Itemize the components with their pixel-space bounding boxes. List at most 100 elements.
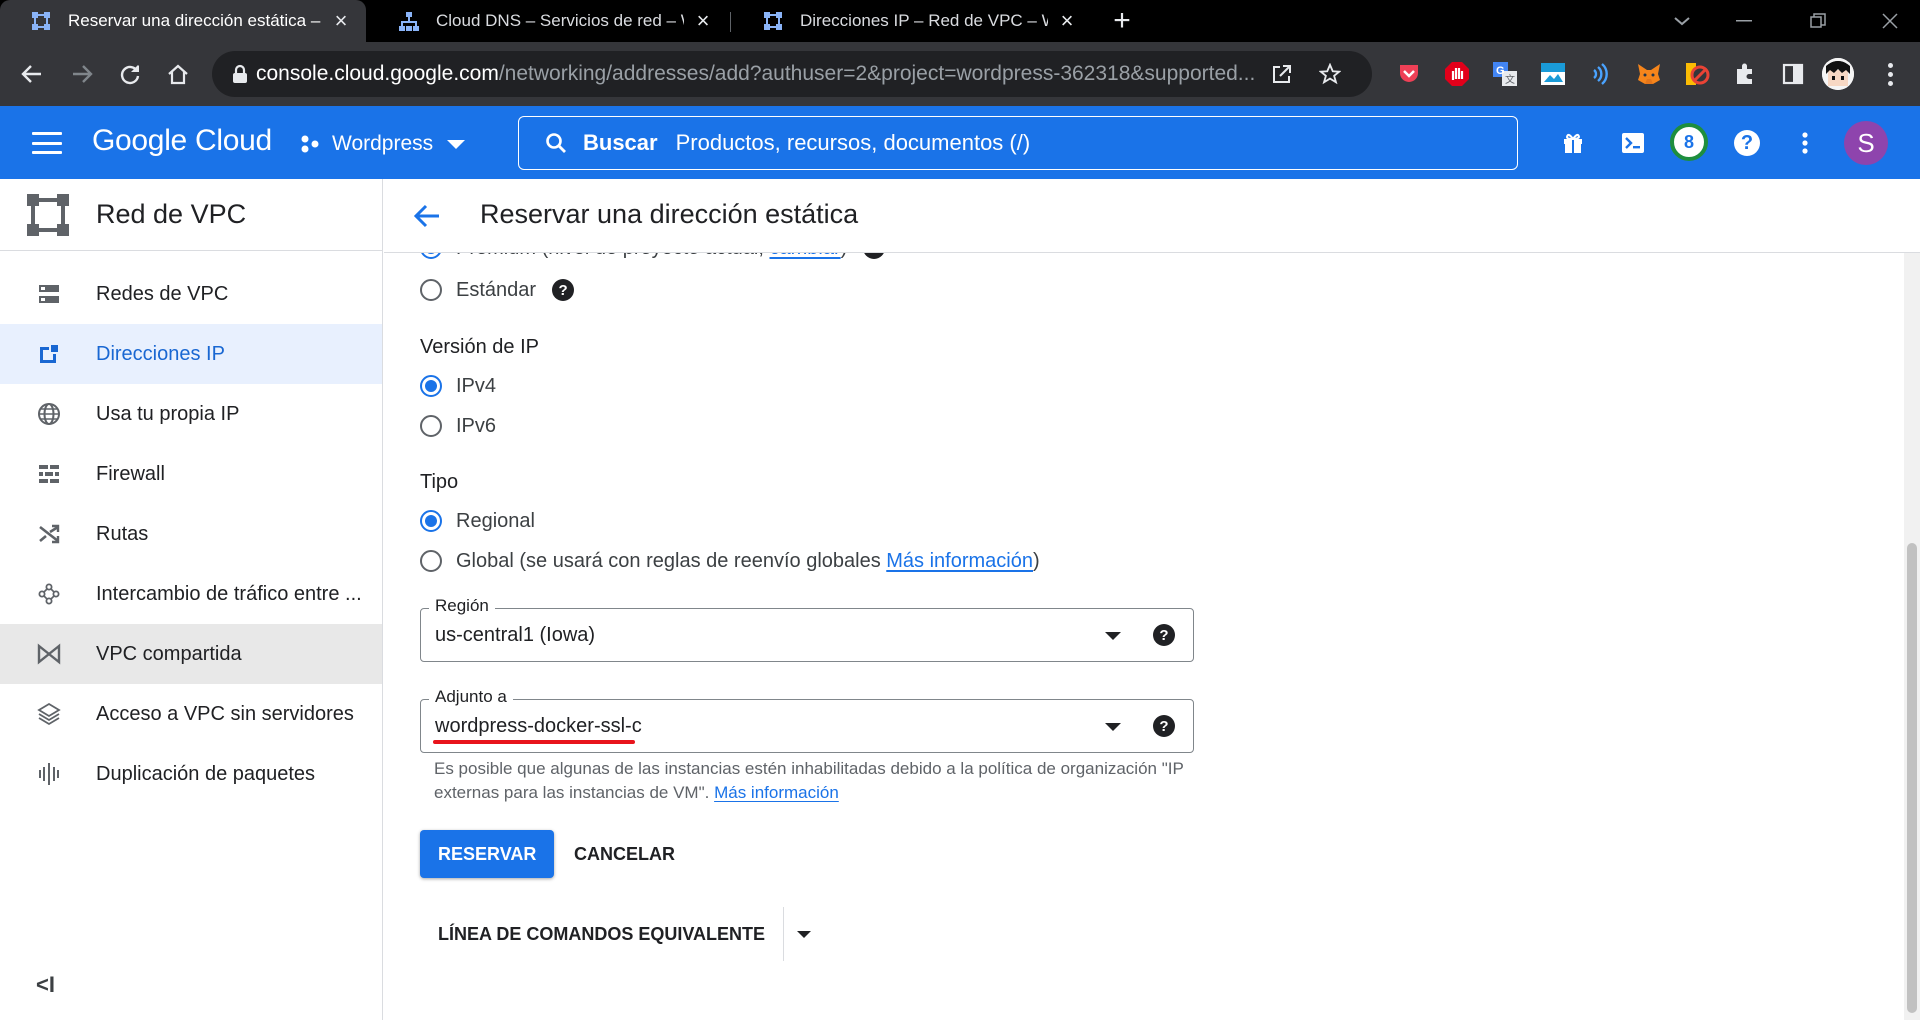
more-info-link[interactable]: Más información bbox=[714, 783, 839, 802]
notifications-badge[interactable]: 8 bbox=[1670, 123, 1708, 161]
ipv6-option[interactable]: IPv6 bbox=[420, 410, 496, 442]
cancel-button[interactable]: CANCELAR bbox=[556, 830, 693, 878]
sidebar: Red de VPC Redes de VPC Direcciones IP U… bbox=[0, 179, 383, 1020]
radio-ipv4[interactable] bbox=[420, 375, 442, 397]
more-options-icon[interactable] bbox=[1788, 126, 1822, 160]
pocket-icon[interactable] bbox=[1394, 59, 1424, 89]
scrollbar-thumb[interactable] bbox=[1907, 543, 1917, 1013]
main-content: Reservar una dirección estática Premium … bbox=[384, 179, 1920, 1020]
sidebar-item-packet-mirroring[interactable]: Duplicación de paquetes bbox=[0, 744, 382, 804]
block-site-icon[interactable] bbox=[1682, 59, 1712, 89]
sidebar-item-ip-addresses[interactable]: Direcciones IP bbox=[0, 324, 382, 384]
sidebar-item-label: Rutas bbox=[96, 522, 149, 545]
chrome-menu-icon[interactable] bbox=[1876, 60, 1904, 88]
collapse-sidebar-icon[interactable]: <I bbox=[36, 972, 55, 998]
restore-icon[interactable] bbox=[1788, 0, 1848, 42]
sidebar-item-vpc-networks[interactable]: Redes de VPC bbox=[0, 264, 382, 324]
browser-tab-cloud-dns[interactable]: Cloud DNS – Servicios de red – W × bbox=[368, 0, 728, 42]
vpc-favicon-icon bbox=[32, 12, 50, 30]
ipv6-label: IPv6 bbox=[456, 414, 497, 437]
help-icon[interactable]: ? bbox=[1153, 715, 1175, 737]
tab-search-icon[interactable] bbox=[1652, 0, 1712, 42]
type-regional-option[interactable]: Regional bbox=[420, 505, 535, 537]
command-line-label[interactable]: LÍNEA DE COMANDOS EQUIVALENTE bbox=[420, 907, 785, 961]
radio-regional[interactable] bbox=[420, 510, 442, 532]
hamburger-menu-icon[interactable] bbox=[32, 132, 62, 154]
home-icon[interactable] bbox=[162, 58, 194, 90]
gift-icon[interactable] bbox=[1556, 126, 1590, 160]
bookmark-star-icon[interactable] bbox=[1314, 58, 1346, 90]
cloud-header: Google Cloud Wordpress Buscar 8 ? S bbox=[0, 106, 1920, 179]
sidebar-item-shared-vpc[interactable]: VPC compartida bbox=[0, 624, 382, 684]
read-aloud-icon[interactable] bbox=[1586, 59, 1616, 89]
help-icon[interactable]: ? bbox=[1153, 624, 1175, 646]
radio-standard[interactable] bbox=[420, 279, 442, 301]
back-arrow-icon[interactable] bbox=[412, 201, 442, 231]
browser-tab-reserve[interactable]: Reservar una dirección estática – × bbox=[0, 0, 366, 42]
side-panel-icon[interactable] bbox=[1778, 59, 1808, 89]
region-select[interactable]: Región us-central1 (Iowa) ? bbox=[420, 596, 1194, 662]
extensions-puzzle-icon[interactable] bbox=[1730, 59, 1760, 89]
type-heading: Tipo bbox=[420, 471, 459, 493]
sidebar-item-label: Duplicación de paquetes bbox=[96, 762, 316, 785]
tier-standard-option[interactable]: Estándar ? bbox=[420, 274, 575, 306]
help-icon[interactable]: ? bbox=[552, 279, 575, 301]
adblock-hand-icon[interactable] bbox=[1442, 59, 1472, 89]
close-tab-icon[interactable]: × bbox=[692, 8, 714, 33]
command-line-button[interactable]: LÍNEA DE COMANDOS EQUIVALENTE bbox=[420, 907, 824, 961]
address-bar[interactable]: console.cloud.google.com/networking/addr… bbox=[212, 51, 1372, 97]
translate-icon[interactable]: G文 bbox=[1490, 59, 1520, 89]
back-icon[interactable] bbox=[16, 58, 48, 90]
help-icon[interactable]: ? bbox=[1730, 126, 1764, 160]
forward-icon[interactable] bbox=[66, 58, 98, 90]
close-window-icon[interactable] bbox=[1860, 0, 1920, 42]
attached-to-select[interactable]: Adjunto a wordpress-docker-ssl-c ? bbox=[420, 687, 1194, 753]
close-tab-icon[interactable]: × bbox=[330, 8, 352, 33]
ip-address-icon bbox=[36, 341, 62, 367]
sidebar-item-label: VPC compartida bbox=[96, 642, 242, 665]
shared-vpc-icon bbox=[36, 641, 62, 667]
svg-text:文: 文 bbox=[1505, 73, 1515, 86]
radio-global[interactable] bbox=[420, 550, 442, 572]
vpc-network-product-icon bbox=[27, 193, 69, 236]
sidebar-item-peering[interactable]: Intercambio de tráfico entre ... bbox=[0, 564, 382, 624]
metamask-fox-icon[interactable] bbox=[1634, 59, 1664, 89]
sidebar-item-routes[interactable]: Rutas bbox=[0, 504, 382, 564]
reload-icon[interactable] bbox=[114, 58, 146, 90]
sidebar-nav: Redes de VPC Direcciones IP Usa tu propi… bbox=[0, 251, 382, 804]
chevron-down-icon bbox=[1105, 632, 1121, 640]
browser-tab-ip-addresses[interactable]: Direcciones IP – Red de VPC – W × bbox=[732, 0, 1092, 42]
cloud-shell-icon[interactable] bbox=[1616, 126, 1650, 160]
routes-icon bbox=[36, 521, 62, 547]
share-icon[interactable] bbox=[1266, 58, 1298, 90]
chevron-down-icon bbox=[447, 139, 466, 149]
search-input[interactable] bbox=[675, 130, 1456, 156]
search-bar[interactable]: Buscar bbox=[518, 116, 1518, 170]
regional-label: Regional bbox=[456, 509, 535, 532]
minimize-icon[interactable] bbox=[1714, 0, 1774, 42]
reserve-button[interactable]: RESERVAR bbox=[420, 830, 555, 878]
type-global-option[interactable]: Global (se usará con reglas de reenvío g… bbox=[420, 545, 1040, 577]
new-tab-button[interactable]: + bbox=[1108, 6, 1136, 36]
more-info-link[interactable]: Más información bbox=[886, 550, 1033, 573]
region-label: Región bbox=[429, 596, 495, 616]
vpc-favicon-icon bbox=[764, 12, 782, 30]
browser-profile-icon[interactable] bbox=[1822, 58, 1854, 90]
google-cloud-logo[interactable]: Google Cloud bbox=[92, 124, 272, 158]
page-title: Reservar una dirección estática bbox=[480, 199, 859, 229]
chevron-down-icon[interactable] bbox=[784, 907, 824, 961]
sidebar-item-firewall[interactable]: Firewall bbox=[0, 444, 382, 504]
global-label: Global (se usará con reglas de reenvío g… bbox=[456, 549, 881, 572]
project-picker[interactable]: Wordpress bbox=[300, 128, 466, 160]
account-avatar[interactable]: S bbox=[1844, 121, 1888, 165]
radio-ipv6[interactable] bbox=[420, 415, 442, 437]
firewall-icon bbox=[36, 461, 62, 487]
browser-tab-strip: Reservar una dirección estática – × Clou… bbox=[0, 0, 1920, 42]
screenshot-ext-icon[interactable] bbox=[1538, 59, 1568, 89]
scrollbar[interactable] bbox=[1904, 253, 1920, 1020]
ipv4-option[interactable]: IPv4 bbox=[420, 370, 496, 402]
serverless-icon bbox=[36, 701, 62, 727]
close-tab-icon[interactable]: × bbox=[1056, 8, 1078, 33]
sidebar-item-byoip[interactable]: Usa tu propia IP bbox=[0, 384, 382, 444]
sidebar-item-serverless-access[interactable]: Acceso a VPC sin servidores bbox=[0, 684, 382, 744]
